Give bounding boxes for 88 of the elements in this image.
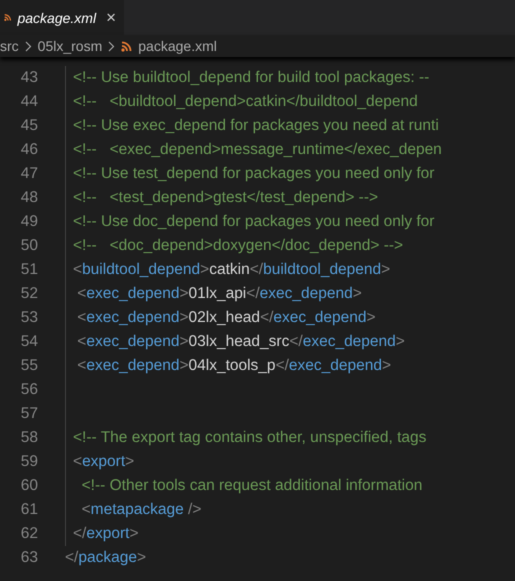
tag-name: buildtool_depend xyxy=(82,261,200,278)
tag-bracket: > xyxy=(136,549,146,566)
tag-bracket: /> xyxy=(187,501,202,518)
tag-bracket: > xyxy=(352,285,362,302)
element-text: 02lx_head xyxy=(188,309,260,326)
line-number: 50 xyxy=(20,237,38,255)
code-comment: <!-- Use exec_depend for packages you need at runti xyxy=(73,117,439,134)
tag-bracket: > xyxy=(382,357,392,374)
code-comment: <!-- Other tools can request additional information xyxy=(80,477,422,494)
breadcrumb-item[interactable]: package.xml xyxy=(138,38,217,54)
breadcrumb-item[interactable]: 05lx_rosm xyxy=(38,38,102,54)
line-number: 62 xyxy=(20,525,38,543)
line-number: 53 xyxy=(20,309,38,327)
line-number: 46 xyxy=(20,141,38,159)
tag-name: exec_depend xyxy=(86,333,180,350)
tag-name: export xyxy=(86,525,130,542)
line-number: 45 xyxy=(20,117,38,135)
tag-bracket: < xyxy=(80,501,91,518)
line-number: 61 xyxy=(20,501,38,519)
tag-bracket: < xyxy=(73,453,82,470)
rss-icon xyxy=(121,40,132,52)
tab-label: package.xml xyxy=(17,10,96,26)
tag-bracket: < xyxy=(76,333,86,350)
tag-bracket: </ xyxy=(73,525,86,542)
element-text: 04lx_tools_p xyxy=(188,357,276,374)
close-icon[interactable]: × xyxy=(106,8,116,28)
line-number: 54 xyxy=(20,333,38,351)
tag-bracket: </ xyxy=(289,333,303,350)
line-number: 51 xyxy=(20,261,38,279)
line-number: 55 xyxy=(20,357,38,375)
code-comment: <!-- Use doc_depend for packages you need only for xyxy=(73,213,434,230)
element-text: 01lx_api xyxy=(188,285,246,302)
line-number: 59 xyxy=(20,453,38,471)
line-number: 49 xyxy=(20,213,38,231)
tag-name: metapackage xyxy=(90,501,184,518)
tag-bracket: > xyxy=(179,333,189,350)
tag-bracket: < xyxy=(73,261,82,278)
tag-name: exec_depend xyxy=(288,357,382,374)
tag-bracket: > xyxy=(179,285,189,302)
chevron-icon xyxy=(24,40,32,52)
tag-bracket: > xyxy=(129,525,139,542)
tag-bracket: </ xyxy=(260,309,274,326)
tag-name: export xyxy=(82,453,126,470)
line-number: 48 xyxy=(20,189,38,207)
tag-bracket: > xyxy=(396,333,405,350)
code-comment: <!-- <exec_depend>message_runtime</exec_depen xyxy=(73,141,442,158)
tag-bracket: < xyxy=(76,285,86,302)
rss-icon xyxy=(4,12,12,23)
tag-bracket: > xyxy=(179,309,189,326)
tag-bracket: > xyxy=(179,357,189,374)
code-comment: <!-- <doc_depend>doxygen</doc_depend> --> xyxy=(73,237,404,254)
code-comment: <!-- Use buildtool_depend for build tool packages: -- xyxy=(73,69,430,86)
tag-bracket: </ xyxy=(65,549,78,566)
code-comment: <!-- Use test_depend for packages you need only for xyxy=(73,165,434,182)
tag-name: exec_depend xyxy=(260,285,353,302)
tag-bracket: </ xyxy=(246,285,260,302)
code-comment: <!-- The export tag contains other, unspecified, tags xyxy=(73,429,426,446)
line-number: 44 xyxy=(20,93,38,111)
tag-name: package xyxy=(78,549,137,566)
element-text: 03lx_head_src xyxy=(188,333,290,350)
code-comment: <!-- <test_depend>gtest</test_depend> --> xyxy=(73,189,378,206)
tag-name: exec_depend xyxy=(273,309,367,326)
breadcrumb-item[interactable]: src xyxy=(0,38,19,54)
tag-name: exec_depend xyxy=(86,357,180,374)
tag-bracket: > xyxy=(125,453,134,470)
line-number: 52 xyxy=(20,285,38,303)
tag-bracket: < xyxy=(76,309,86,326)
tag-name: buildtool_depend xyxy=(263,261,382,278)
editor-tab[interactable]: package.xml × xyxy=(0,0,124,35)
chevron-icon xyxy=(108,40,116,52)
code-comment: <!-- <buildtool_depend>catkin</buildtool_depend xyxy=(73,93,418,110)
line-number: 57 xyxy=(20,405,38,423)
line-number: 56 xyxy=(20,381,38,399)
tag-bracket: </ xyxy=(276,357,289,374)
tag-name: exec_depend xyxy=(86,309,180,326)
tag-bracket: > xyxy=(381,261,390,278)
line-number: 58 xyxy=(20,429,38,447)
line-number: 47 xyxy=(20,165,38,183)
line-number: 60 xyxy=(20,477,38,495)
tag-bracket: < xyxy=(76,357,86,374)
line-number: 63 xyxy=(20,549,38,567)
element-text: catkin xyxy=(209,261,250,278)
tag-name: exec_depend xyxy=(86,285,180,302)
tag-name: exec_depend xyxy=(302,333,396,350)
tag-bracket: > xyxy=(366,309,376,326)
tag-bracket: > xyxy=(200,261,210,278)
tag-bracket: </ xyxy=(250,261,264,278)
line-number: 43 xyxy=(20,69,38,87)
